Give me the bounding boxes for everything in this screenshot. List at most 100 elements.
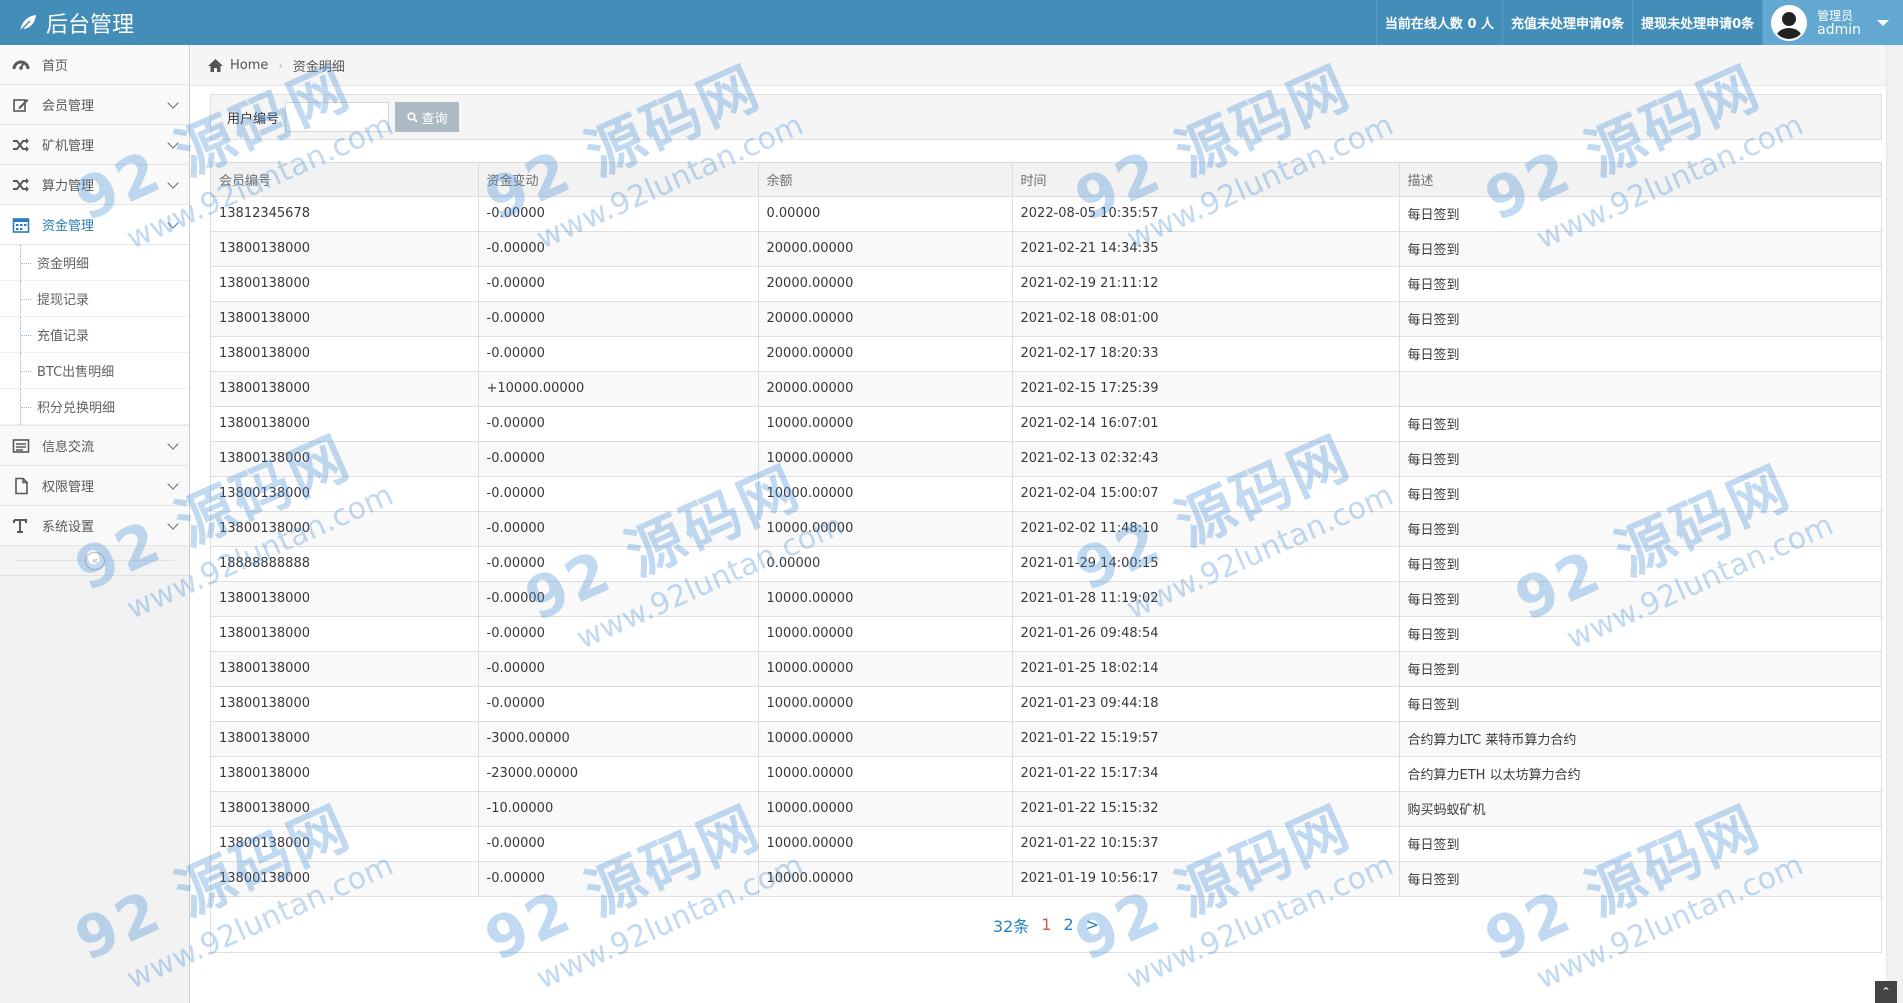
- table-cell: 每日签到: [1399, 860, 1881, 896]
- column-header[interactable]: 描述: [1399, 163, 1881, 197]
- sidebar-item-label: 会员管理: [42, 99, 95, 114]
- sidebar-item-members[interactable]: 会员管理: [0, 85, 189, 125]
- table-row: 13800138000 -0.00000 10000.00000 2021-01-25…: [211, 650, 1881, 686]
- table-cell: 13800138000: [211, 825, 479, 861]
- sidebar-item-label: 系统设置: [42, 520, 95, 535]
- sidebar-item-label: 首页: [42, 59, 69, 74]
- table-cell: 10000.00000: [758, 790, 1013, 826]
- sidebar-item-messages[interactable]: 信息交流: [0, 426, 189, 466]
- sidebar-item-permissions[interactable]: 权限管理: [0, 466, 189, 506]
- brand[interactable]: 后台管理: [18, 0, 134, 45]
- search-icon: [406, 111, 418, 123]
- table-cell: 13800138000: [211, 405, 479, 441]
- sidebar-item-home[interactable]: 首页: [0, 45, 189, 85]
- table-cell: 10000.00000: [758, 650, 1013, 686]
- table-cell: 13800138000: [211, 860, 479, 896]
- table-cell: 2021-02-13 02:32:43: [1012, 440, 1400, 476]
- pagination-current-page[interactable]: 1: [1041, 915, 1051, 934]
- sidebar-item-label: 信息交流: [42, 440, 95, 455]
- user-id-input[interactable]: [285, 102, 390, 132]
- table-cell: -0.00000: [478, 230, 759, 266]
- edit-icon: [0, 96, 42, 114]
- table-cell: 每日签到: [1399, 265, 1881, 301]
- table-cell: 13800138000: [211, 335, 479, 371]
- table-cell: 10000.00000: [758, 405, 1013, 441]
- table-row: 13800138000 +10000.00000 20000.00000 2021-0…: [211, 370, 1881, 406]
- table-row: 13800138000 -3000.00000 10000.00000 2021-01…: [211, 720, 1881, 756]
- table-cell: 2021-01-22 15:19:57: [1012, 720, 1400, 756]
- table-cell: -0.00000: [478, 860, 759, 896]
- sidebar-item-funds[interactable]: 资金管理: [0, 205, 189, 245]
- recharge-pending[interactable]: 充值未处理申请0条: [1502, 0, 1632, 45]
- double-chevron-left-icon[interactable]: «: [85, 552, 105, 570]
- table-cell: 13800138000: [211, 265, 479, 301]
- sidebar-item-label: 矿机管理: [42, 139, 95, 154]
- table-cell: 18888888888: [211, 545, 479, 581]
- table-cell: 每日签到: [1399, 510, 1881, 546]
- table-row: 13800138000 -0.00000 10000.00000 2021-01-19…: [211, 860, 1881, 896]
- table-cell: 13800138000: [211, 370, 479, 406]
- top-navbar: 后台管理 当前在线人数 0 人 充值未处理申请0条 提现未处理申请0条 管理员 …: [0, 0, 1903, 45]
- table-cell: 10000.00000: [758, 755, 1013, 791]
- online-count[interactable]: 当前在线人数 0 人: [1375, 0, 1502, 45]
- table-cell: -0.00000: [478, 580, 759, 616]
- user-name: admin: [1817, 21, 1861, 38]
- table-cell: 2021-02-18 08:01:00: [1012, 300, 1400, 336]
- column-header[interactable]: 时间: [1012, 163, 1400, 197]
- table-cell: 每日签到: [1399, 300, 1881, 336]
- pagination-next[interactable]: >: [1086, 915, 1099, 934]
- submenu-item-recharge-records[interactable]: 充值记录: [0, 317, 189, 353]
- column-header[interactable]: 余额: [758, 163, 1013, 197]
- table-cell: 合约算力LTC 莱特币算力合约: [1399, 720, 1881, 756]
- table-cell: 2021-01-23 09:44:18: [1012, 685, 1400, 721]
- table-cell: -0.00000: [478, 265, 759, 301]
- withdraw-pending[interactable]: 提现未处理申请0条: [1632, 0, 1762, 45]
- submenu-item-withdraw-records[interactable]: 提现记录: [0, 281, 189, 317]
- search-button-label: 查询: [421, 111, 448, 127]
- shuffle-icon: [0, 176, 42, 194]
- table-cell: 每日签到: [1399, 545, 1881, 581]
- submenu-item-fund-details[interactable]: 资金明细: [0, 245, 189, 281]
- table-cell: 2021-01-28 11:19:02: [1012, 580, 1400, 616]
- table-cell: +10000.00000: [478, 370, 759, 406]
- table-cell: -0.00000: [478, 195, 759, 231]
- table-cell: -0.00000: [478, 510, 759, 546]
- user-menu[interactable]: 管理员 admin: [1762, 0, 1903, 45]
- table-cell: 2021-01-25 18:02:14: [1012, 650, 1400, 686]
- column-header[interactable]: 资金变动: [478, 163, 759, 197]
- sidebar: 首页 会员管理 矿机管理 算力管理 资金管理 资金明细 提现记录 充值记录 BT…: [0, 45, 190, 1003]
- breadcrumb-separator-icon: ›: [278, 58, 283, 72]
- table-cell: -23000.00000: [478, 755, 759, 791]
- caret-down-icon: [1877, 19, 1889, 26]
- table-cell: -0.00000: [478, 335, 759, 371]
- calendar-icon: [0, 216, 42, 234]
- pagination: 32条 1 2 >: [211, 896, 1881, 952]
- table-cell: 10000.00000: [758, 510, 1013, 546]
- table-cell: 20000.00000: [758, 230, 1013, 266]
- table-cell: 10000.00000: [758, 615, 1013, 651]
- search-label: 用户编号: [227, 111, 280, 127]
- pagination-page-link[interactable]: 2: [1063, 915, 1073, 934]
- sidebar-item-settings[interactable]: 系统设置: [0, 506, 189, 546]
- table-cell: 合约算力ETH 以太坊算力合约: [1399, 755, 1881, 791]
- table-cell: 10000.00000: [758, 440, 1013, 476]
- sidebar-item-hashpower[interactable]: 算力管理: [0, 165, 189, 205]
- breadcrumb-home[interactable]: Home: [230, 58, 268, 73]
- column-header[interactable]: 会员编号: [211, 163, 479, 197]
- leaf-icon: [19, 14, 36, 32]
- table-row: 13800138000 -0.00000 10000.00000 2021-02-04…: [211, 475, 1881, 511]
- table-row: 13800138000 -0.00000 10000.00000 2021-01-22…: [211, 825, 1881, 861]
- submenu-item-points-exchange[interactable]: 积分兑换明细: [0, 389, 189, 425]
- sidebar-collapse: «: [0, 546, 189, 576]
- table-cell: -0.00000: [478, 300, 759, 336]
- search-button[interactable]: 查询: [395, 102, 460, 132]
- submenu-item-btc-sales[interactable]: BTC出售明细: [0, 353, 189, 389]
- sidebar-item-miners[interactable]: 矿机管理: [0, 125, 189, 165]
- shuffle-icon: [0, 136, 42, 154]
- table-row: 13800138000 -0.00000 10000.00000 2021-01-23…: [211, 685, 1881, 721]
- home-icon: [208, 58, 223, 72]
- scroll-to-top-button[interactable]: ⌃: [1875, 981, 1897, 1003]
- table-cell: 2021-02-17 18:20:33: [1012, 335, 1400, 371]
- page-scrollbar[interactable]: [1886, 45, 1903, 1003]
- table-cell: 13800138000: [211, 510, 479, 546]
